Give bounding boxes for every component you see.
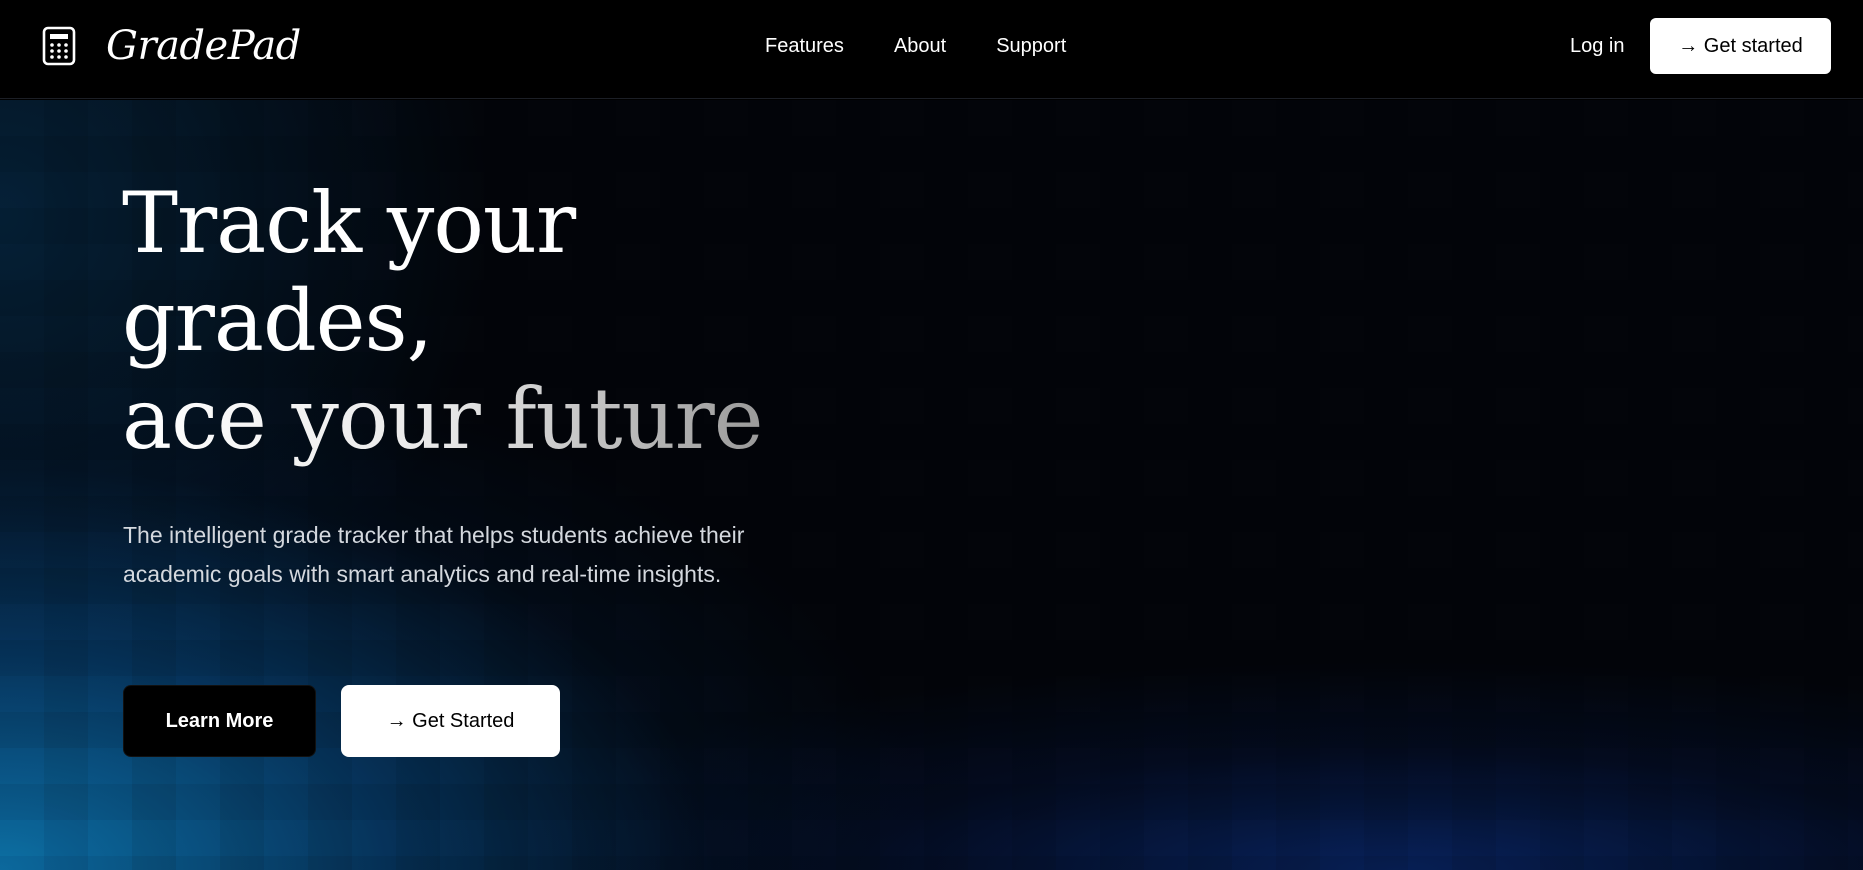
calculator-icon — [42, 26, 76, 66]
login-link[interactable]: Log in — [1570, 32, 1625, 60]
main-nav: Features About Support — [765, 32, 1066, 60]
brand-name: GradePad — [106, 23, 301, 69]
headline-line-1: Track your — [122, 174, 576, 272]
top-navbar: GradePad Features About Support Log in →… — [0, 0, 1863, 99]
get-started-button[interactable]: → Get started — [1650, 18, 1831, 74]
headline-line-2: grades, — [122, 272, 433, 370]
hero-get-started-button[interactable]: → Get Started — [341, 685, 560, 757]
hero-headline: Track your grades, ace your future — [122, 174, 763, 468]
learn-more-button[interactable]: Learn More — [123, 685, 316, 757]
nav-link-about[interactable]: About — [894, 32, 946, 60]
hero-section: Track your grades, ace your future The i… — [0, 100, 1863, 870]
headline-line-3: ace your future — [122, 370, 763, 468]
nav-link-support[interactable]: Support — [996, 32, 1066, 60]
nav-link-features[interactable]: Features — [765, 32, 844, 60]
brand-logo-link[interactable]: GradePad — [42, 24, 301, 68]
hero-subtext: The intelligent grade tracker that helps… — [123, 522, 745, 587]
